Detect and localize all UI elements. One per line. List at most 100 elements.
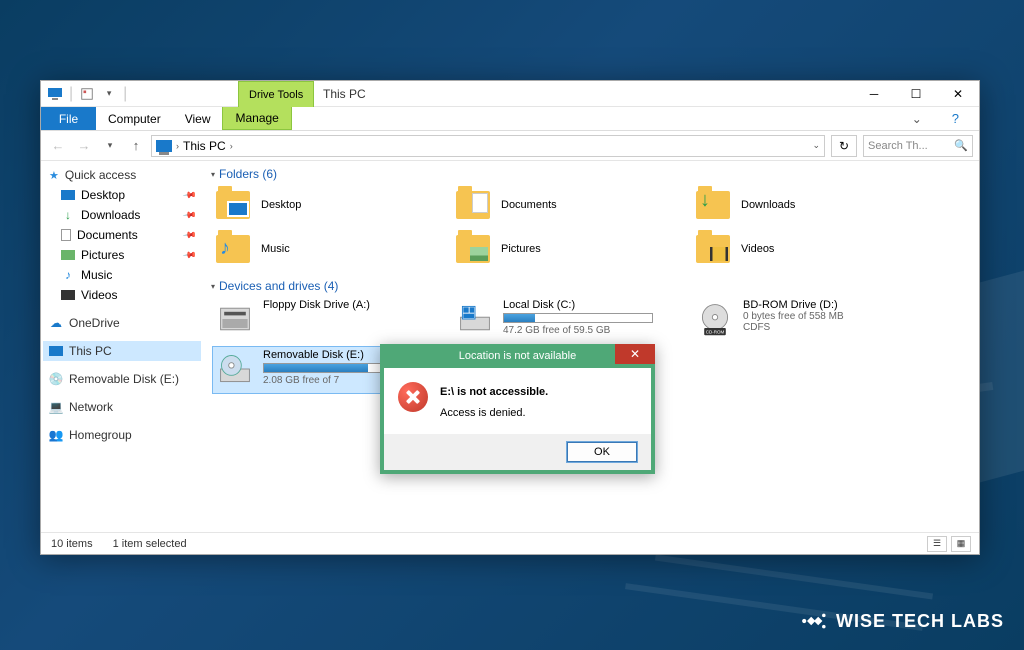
sidebar-item-label: Network xyxy=(69,400,113,414)
drive-sublabel: 0 bytes free of 558 MB xyxy=(743,311,921,322)
pictures-icon xyxy=(61,250,75,260)
sidebar-item-desktop[interactable]: Desktop xyxy=(43,185,201,205)
tab-manage[interactable]: Manage xyxy=(222,107,291,130)
dialog-titlebar[interactable]: Location is not available ✕ xyxy=(380,344,655,368)
drive-tools-tab[interactable]: Drive Tools xyxy=(238,81,314,107)
navigation-pane: ★ Quick access Desktop ↓Downloads Docume… xyxy=(41,161,203,532)
chevron-down-icon: ▾ xyxy=(211,170,215,179)
status-item-count: 10 items xyxy=(51,538,93,550)
drive-floppy-a[interactable]: Floppy Disk Drive (A:) xyxy=(213,297,443,343)
tab-view[interactable]: View xyxy=(173,107,223,130)
up-button[interactable]: ↑ xyxy=(125,135,147,157)
desktop-icon xyxy=(61,190,75,200)
dialog-ok-button[interactable]: OK xyxy=(567,442,637,462)
folder-downloads[interactable]: Downloads xyxy=(693,185,923,225)
sidebar-item-videos[interactable]: Videos xyxy=(43,285,201,305)
tab-computer[interactable]: Computer xyxy=(96,107,173,130)
folder-desktop[interactable]: Desktop xyxy=(213,185,443,225)
sidebar-item-label: Desktop xyxy=(81,188,125,202)
help-icon[interactable]: ? xyxy=(940,107,971,130)
sidebar-homegroup[interactable]: 👥Homegroup xyxy=(43,425,201,445)
section-label: Devices and drives (4) xyxy=(219,279,338,293)
drives-header[interactable]: ▾ Devices and drives (4) xyxy=(211,279,969,293)
titlebar[interactable]: | ▾ | Drive Tools This PC ─ ☐ ✕ xyxy=(41,81,979,107)
onedrive-icon: ☁ xyxy=(49,316,63,330)
tile-label: Pictures xyxy=(501,243,541,255)
tile-label: Documents xyxy=(501,199,557,211)
drive-label: Floppy Disk Drive (A:) xyxy=(263,299,441,311)
close-button[interactable]: ✕ xyxy=(937,81,979,107)
details-view-button[interactable]: ☰ xyxy=(927,536,947,552)
refresh-button[interactable]: ↻ xyxy=(831,135,857,157)
sidebar-item-music[interactable]: ♪Music xyxy=(43,265,201,285)
sidebar-item-downloads[interactable]: ↓Downloads xyxy=(43,205,201,225)
forward-button[interactable]: → xyxy=(73,135,95,157)
drive-sublabel: 47.2 GB free of 59.5 GB xyxy=(503,325,681,336)
removable-disk-icon xyxy=(215,349,255,389)
recent-dropdown-icon[interactable]: ▾ xyxy=(99,135,121,157)
floppy-icon xyxy=(215,299,255,339)
breadcrumb[interactable]: This PC xyxy=(183,139,226,153)
status-bar: 10 items 1 item selected ☰ ▦ xyxy=(41,532,979,554)
sidebar-removable-disk[interactable]: 💿Removable Disk (E:) xyxy=(43,369,201,389)
address-bar[interactable]: › This PC › ⌄ xyxy=(151,135,825,157)
chevron-right-icon[interactable]: › xyxy=(230,141,233,151)
chevron-right-icon: › xyxy=(176,141,179,151)
qat-chevron-down-icon[interactable]: ▾ xyxy=(101,86,117,102)
window-title: This PC xyxy=(323,87,366,101)
properties-icon[interactable] xyxy=(79,86,95,102)
qat-divider: | xyxy=(123,85,127,103)
pc-icon xyxy=(47,86,63,102)
tab-file[interactable]: File xyxy=(41,107,96,130)
sidebar-item-documents[interactable]: Documents xyxy=(43,225,201,245)
ribbon-collapse-icon[interactable]: ⌄ xyxy=(900,107,934,130)
search-icon: 🔍 xyxy=(954,139,968,152)
drive-sublabel2: CDFS xyxy=(743,322,921,333)
folders-header[interactable]: ▾Folders (6) xyxy=(211,167,969,181)
error-icon xyxy=(398,382,428,412)
drive-local-c[interactable]: Local Disk (C:) 47.2 GB free of 59.5 GB xyxy=(453,297,683,343)
folder-music[interactable]: Music xyxy=(213,229,443,269)
logo-icon xyxy=(800,607,828,635)
sidebar-quick-access[interactable]: ★ Quick access xyxy=(43,165,201,185)
maximize-button[interactable]: ☐ xyxy=(895,81,937,107)
drive-label: BD-ROM Drive (D:) xyxy=(743,299,921,311)
dialog-close-button[interactable]: ✕ xyxy=(615,344,655,364)
quick-access-toolbar: | ▾ | xyxy=(41,85,133,103)
pc-icon xyxy=(156,140,172,152)
tile-label: Downloads xyxy=(741,199,795,211)
ribbon-tabs: File Computer View Manage ⌄ ? xyxy=(41,107,979,131)
star-icon: ★ xyxy=(49,169,59,182)
search-box[interactable]: Search Th... 🔍 xyxy=(863,135,973,157)
icons-view-button[interactable]: ▦ xyxy=(951,536,971,552)
sidebar-this-pc[interactable]: This PC xyxy=(43,341,201,361)
tile-label: Desktop xyxy=(261,199,301,211)
dialog-line1: E:\ is not accessible. xyxy=(440,386,548,398)
folder-pictures[interactable]: Pictures xyxy=(453,229,683,269)
hdd-icon xyxy=(455,299,495,339)
sidebar-network[interactable]: 💻Network xyxy=(43,397,201,417)
folders-grid: Desktop Documents Downloads Music Pictur… xyxy=(213,185,969,269)
explorer-window: | ▾ | Drive Tools This PC ─ ☐ ✕ File Com… xyxy=(40,80,980,555)
sidebar-onedrive[interactable]: ☁OneDrive xyxy=(43,313,201,333)
homegroup-icon: 👥 xyxy=(49,428,63,442)
folder-videos[interactable]: Videos xyxy=(693,229,923,269)
sidebar-item-label: This PC xyxy=(69,344,112,358)
minimize-button[interactable]: ─ xyxy=(853,81,895,107)
sidebar-item-label: Downloads xyxy=(81,208,140,222)
sidebar-item-label: Documents xyxy=(77,228,138,242)
chevron-down-icon: ▾ xyxy=(211,282,215,291)
drive-usage-bar xyxy=(503,313,653,323)
qat-divider: | xyxy=(69,85,73,103)
address-dropdown-icon[interactable]: ⌄ xyxy=(812,140,820,151)
sidebar-item-pictures[interactable]: Pictures xyxy=(43,245,201,265)
videos-icon xyxy=(61,290,75,300)
cdrom-icon: CD-ROM xyxy=(695,299,735,339)
folder-documents[interactable]: Documents xyxy=(453,185,683,225)
document-icon xyxy=(61,229,71,241)
disk-icon: 💿 xyxy=(49,372,63,386)
drive-bdrom-d[interactable]: CD-ROM BD-ROM Drive (D:) 0 bytes free of… xyxy=(693,297,923,343)
navigation-bar: ← → ▾ ↑ › This PC › ⌄ ↻ Search Th... 🔍 xyxy=(41,131,979,161)
back-button[interactable]: ← xyxy=(47,135,69,157)
watermark-text: WISE TECH LABS xyxy=(836,611,1004,632)
